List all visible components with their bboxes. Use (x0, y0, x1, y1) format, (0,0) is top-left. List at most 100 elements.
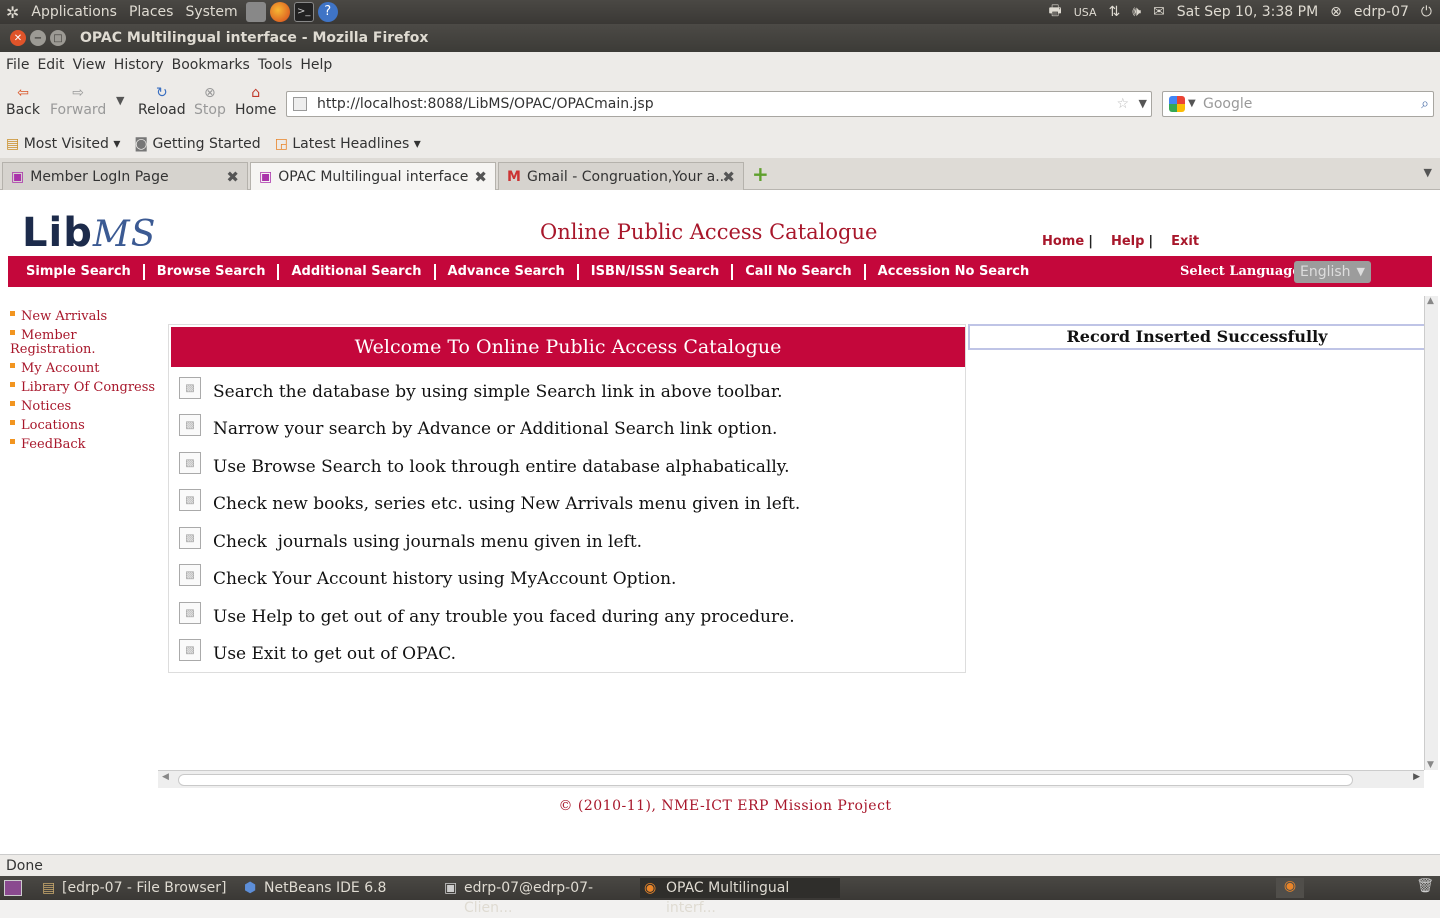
broken-image-icon: ▧ (179, 489, 201, 511)
tab-member-login[interactable]: ▣ Member LogIn Page ✖ (2, 162, 248, 190)
clock[interactable]: Sat Sep 10, 3:38 PM (1177, 4, 1318, 20)
nav-accession-no-search[interactable]: Accession No Search (878, 264, 1042, 280)
bookmark-getting-started[interactable]: ◙ Getting Started (134, 136, 260, 152)
menu-file[interactable]: File (4, 57, 35, 73)
nav-browse-search[interactable]: Browse Search (157, 263, 280, 280)
left-menu-feedback[interactable]: FeedBack (10, 438, 160, 452)
keyboard-layout[interactable]: USA (1074, 6, 1097, 19)
maximize-window-icon[interactable]: □ (50, 30, 66, 46)
language-select[interactable]: English ▼ (1294, 261, 1371, 283)
bookmark-star-icon[interactable]: ☆ (1116, 92, 1129, 116)
menu-view[interactable]: View (71, 57, 112, 73)
stop-button[interactable]: ⊗ Stop (194, 84, 226, 118)
search-go-icon[interactable]: ⌕ (1421, 92, 1429, 116)
url-bar[interactable]: http://localhost:8088/LibMS/OPAC/OPACmai… (286, 91, 1152, 117)
close-window-icon[interactable]: ✕ (10, 30, 26, 46)
task-firefox[interactable]: ◉ OPAC Multilingual interf... (640, 878, 840, 916)
menu-bookmarks[interactable]: Bookmarks (170, 57, 256, 73)
show-desktop-icon[interactable] (4, 880, 22, 896)
screenshot-launcher-icon[interactable] (245, 2, 266, 22)
status-bar: Done (0, 854, 1440, 876)
home-button[interactable]: ⌂ Home (235, 84, 276, 118)
forward-button[interactable]: ⇨ Forward (50, 84, 106, 118)
left-menu-label: Notices (21, 399, 72, 414)
power-icon[interactable]: ⏻ (1421, 4, 1432, 20)
tab-opac[interactable]: ▣ OPAC Multilingual interface ✖ (250, 162, 496, 190)
window-titlebar[interactable]: ✕ − □ OPAC Multilingual interface - Mozi… (0, 24, 1440, 52)
new-tab-icon[interactable]: + (752, 162, 769, 186)
welcome-panel: Welcome To Online Public Access Catalogu… (168, 324, 966, 673)
left-menu-notices[interactable]: Notices (10, 400, 160, 414)
page-content: LibMS Online Public Access Catalogue Hom… (0, 190, 1440, 854)
left-menu-locations[interactable]: Locations (10, 419, 160, 433)
search-navbar: Simple Search Browse Search Additional S… (8, 256, 1432, 287)
close-tab-icon[interactable]: ✖ (474, 168, 487, 186)
bookmark-latest-headlines[interactable]: ◲ Latest Headlines ▾ (275, 136, 421, 152)
tab-gmail[interactable]: M Gmail - Congruation,Your a... ✖ (498, 162, 744, 190)
url-text: http://localhost:8088/LibMS/OPAC/OPACmai… (317, 96, 654, 112)
engine-dropdown-icon[interactable]: ▼ (1188, 92, 1196, 116)
volume-icon[interactable]: 🕪 (1132, 4, 1141, 20)
nav-additional-search[interactable]: Additional Search (291, 263, 436, 280)
left-menu-new-arrivals[interactable]: New Arrivals (10, 310, 160, 324)
left-menu-member-registration[interactable]: Member Registration. (10, 329, 130, 357)
task-terminal[interactable]: ▣ edrp-07@edrp-07-Clien... (438, 878, 634, 916)
home-link[interactable]: Home (1038, 234, 1088, 249)
bookmark-most-visited[interactable]: ▤ Most Visited ▾ (6, 136, 120, 152)
printer-icon[interactable]: 🖶 (1049, 0, 1062, 24)
history-dropdown-icon[interactable]: ▼ (116, 94, 124, 107)
help-link[interactable]: Help (1107, 234, 1148, 249)
menu-help[interactable]: Help (298, 57, 338, 73)
mail-icon[interactable]: ✉ (1153, 4, 1165, 20)
firefox-tray-icon[interactable]: ◉ (1276, 878, 1304, 898)
scroll-up-icon[interactable]: ▲ (1427, 296, 1434, 306)
scroll-left-icon[interactable]: ◀ (162, 772, 169, 782)
vertical-scrollbar[interactable]: ▲ ▼ (1424, 296, 1438, 770)
tab-label: OPAC Multilingual interface (278, 168, 469, 185)
user-status-icon[interactable]: ⊗ (1330, 4, 1342, 20)
bookmarks-toolbar: ▤ Most Visited ▾ ◙ Getting Started ◲ Lat… (0, 130, 1440, 158)
back-button[interactable]: ⇦ Back (6, 84, 40, 118)
horizontal-scrollbar[interactable]: ◀ ▶ (158, 770, 1424, 788)
places-menu[interactable]: Places (123, 4, 180, 20)
nav-isbn-issn-search[interactable]: ISBN/ISSN Search (591, 263, 734, 280)
nav-advance-search[interactable]: Advance Search (448, 263, 579, 280)
scroll-right-icon[interactable]: ▶ (1413, 772, 1420, 782)
tip-row: ▧ Search the database by using simple Sea… (179, 377, 782, 407)
task-file-browser[interactable]: ▤ [edrp-07 - File Browser] (36, 878, 232, 898)
ubuntu-logo-icon[interactable]: ✲ (6, 3, 19, 22)
menu-edit[interactable]: Edit (35, 57, 70, 73)
left-menu-my-account[interactable]: My Account (10, 362, 160, 376)
task-netbeans[interactable]: ⬢ NetBeans IDE 6.8 (238, 878, 428, 898)
user-name[interactable]: edrp-07 (1354, 4, 1409, 20)
bullet-icon (10, 420, 15, 425)
system-menu[interactable]: System (179, 4, 243, 20)
minimize-window-icon[interactable]: − (30, 30, 46, 46)
reload-button[interactable]: ↻ Reload (138, 84, 186, 118)
nav-call-no-search[interactable]: Call No Search (745, 263, 866, 280)
tab-list-icon[interactable]: ▼ (1424, 166, 1432, 179)
left-menu-library-of-congress[interactable]: Library Of Congress (10, 381, 160, 395)
applications-menu[interactable]: Applications (25, 4, 123, 20)
site-identity-icon[interactable] (293, 97, 307, 111)
close-tab-icon[interactable]: ✖ (722, 168, 735, 186)
nav-simple-search[interactable]: Simple Search (26, 263, 145, 280)
search-bar[interactable]: ▼ Google ⌕ (1162, 91, 1434, 117)
scrollbar-thumb[interactable] (178, 774, 1353, 786)
left-menu-label: Locations (21, 418, 85, 433)
network-icon[interactable]: ⇅ (1109, 4, 1121, 20)
task-label: NetBeans IDE 6.8 (264, 880, 387, 896)
terminal-launcher-icon[interactable]: >_ (293, 2, 314, 22)
scroll-down-icon[interactable]: ▼ (1427, 760, 1434, 770)
firefox-launcher-icon[interactable] (269, 2, 290, 22)
menu-tools[interactable]: Tools (256, 57, 299, 73)
menu-history[interactable]: History (112, 57, 170, 73)
tip-row: ▧ Use Exit to get out of OPAC. (179, 639, 456, 669)
trash-icon[interactable]: 🗑 (1416, 878, 1434, 894)
url-dropdown-icon[interactable]: ▼ (1139, 92, 1147, 116)
help-launcher-icon[interactable]: ? (317, 2, 338, 22)
firefox-navbar: ⇦ Back ⇨ Forward ▼ ↻ Reload ⊗ Stop ⌂ Hom… (0, 78, 1440, 130)
exit-link[interactable]: Exit (1167, 234, 1203, 249)
close-tab-icon[interactable]: ✖ (226, 168, 239, 186)
google-engine-icon[interactable] (1169, 96, 1185, 112)
